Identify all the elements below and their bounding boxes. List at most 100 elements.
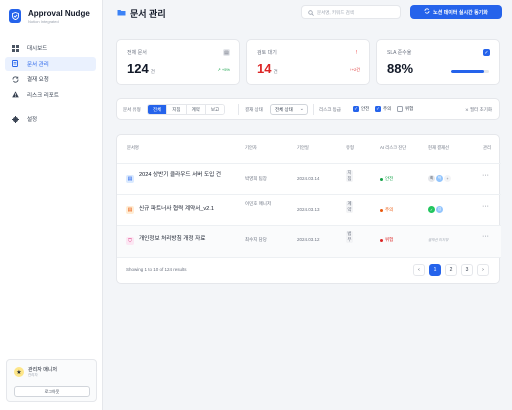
- filter-bar: 문서 유형 전체 지침 계약 보고 결재 상태 전체 상태 ⌄ 리스크 등급 ✓…: [116, 98, 500, 120]
- more-icon[interactable]: ···: [482, 233, 489, 240]
- sidebar: Approval Nudge Notion Integrated 대시보드 문서…: [0, 0, 103, 410]
- more-icon[interactable]: ···: [482, 203, 489, 210]
- folder-icon: [117, 9, 126, 18]
- prev-page-button[interactable]: ‹: [413, 264, 425, 276]
- stat-card-pending-review: 검토 대기 ! 14 건 ↑+2건: [246, 39, 370, 85]
- divider: [117, 194, 501, 195]
- avatar: 김: [436, 206, 443, 213]
- stat-value: 14 건: [257, 61, 278, 76]
- doc-type-report[interactable]: 보고: [205, 105, 225, 114]
- brand[interactable]: Approval Nudge Notion Integrated: [9, 9, 90, 24]
- check-badge-icon: ✓: [483, 49, 490, 56]
- app-subtitle: Notion Integrated: [28, 19, 59, 24]
- sidebar-item-dashboard[interactable]: 대시보드: [5, 41, 96, 55]
- sidebar-item-documents[interactable]: 문서 관리: [5, 56, 96, 71]
- column-header: AI 리스크 진단: [380, 145, 407, 150]
- user-role: 관리자: [28, 373, 38, 377]
- filter-label-doc-type: 문서 유형: [123, 107, 141, 112]
- warning-icon: [11, 91, 19, 99]
- doc-type-segmented: 전체 지침 계약 보고: [147, 104, 226, 115]
- column-header: 유형: [346, 145, 354, 150]
- approver-avatars: ✓ 김: [428, 206, 444, 213]
- reset-filter-button[interactable]: ⨯ 필터 초기화: [465, 107, 492, 113]
- table-row[interactable]: ⛉ 개인정보 처리방침 개정 자료 최수지 담당 2024.03.12 법무 위…: [117, 226, 501, 257]
- sla-progress-fill: [451, 70, 485, 73]
- doc-title[interactable]: 2024 상반기 클라우드 서버 도입 건: [139, 172, 225, 179]
- sidebar-item-settings[interactable]: 설정: [5, 112, 96, 126]
- risk-checkbox-safe[interactable]: ✓ 안전: [353, 106, 369, 112]
- stat-delta: ↑+2건: [349, 67, 360, 72]
- chevron-right-icon: ›: [482, 267, 484, 273]
- filter-off-icon: ⨯: [465, 107, 469, 112]
- sidebar-item-label: 대시보드: [27, 46, 48, 52]
- user-name: 관리자 매니저: [28, 367, 57, 373]
- page-button[interactable]: 2: [445, 264, 457, 276]
- doc-type-guideline[interactable]: 지침: [167, 105, 187, 114]
- sla-progress-bar: [451, 70, 489, 73]
- sidebar-item-label: 리스크 리포트: [27, 92, 59, 99]
- trend-up-icon: ↗: [217, 67, 221, 72]
- page-title: 문서 관리: [117, 7, 166, 20]
- chevron-left-icon: ‹: [418, 267, 420, 273]
- doc-type-contract[interactable]: 계약: [186, 105, 206, 114]
- avatar: +: [444, 175, 451, 182]
- column-header: 관리: [483, 145, 491, 150]
- doc-title[interactable]: 개인정보 처리방침 개정 자료: [139, 236, 205, 243]
- status-select[interactable]: 전체 상태 ⌄: [270, 104, 308, 115]
- search-input[interactable]: [317, 9, 397, 15]
- doc-type-badge: 지침: [346, 170, 353, 182]
- sidebar-item-label: 설정: [27, 117, 38, 123]
- doc-author: 박영희 팀장: [245, 176, 267, 181]
- gear-icon: [11, 115, 19, 123]
- sync-notion-button[interactable]: 노션 데이터 실시간 동기화: [410, 5, 502, 19]
- grid-icon: [11, 44, 19, 52]
- page-button[interactable]: 3: [461, 264, 473, 276]
- check-icon: ✓: [375, 106, 381, 112]
- pagination-info: Showing 1 to 10 of 124 results: [126, 267, 187, 272]
- approvers-empty: 결재선 미지정: [428, 238, 449, 242]
- shield-icon: ⛉: [126, 237, 134, 245]
- document-icon: ▤: [223, 49, 230, 56]
- stat-value: 88%: [387, 61, 414, 76]
- risk-checkbox-caution[interactable]: ✓ 주의: [375, 106, 391, 112]
- page-button[interactable]: 1: [429, 264, 441, 276]
- search-box[interactable]: [301, 5, 401, 19]
- next-page-button[interactable]: ›: [477, 264, 489, 276]
- column-header: 현재 결재선: [428, 145, 449, 150]
- stat-delta: ↗ +5%: [217, 67, 230, 72]
- document-icon: [11, 60, 19, 68]
- filter-label-risk: 리스크 등급: [319, 107, 341, 112]
- alert-icon: !: [355, 49, 358, 56]
- risk-badge: 위험: [380, 237, 393, 243]
- logout-button[interactable]: 로그아웃: [14, 386, 90, 397]
- risk-badge: 안전: [380, 176, 393, 182]
- contract-icon: ▤: [126, 206, 134, 214]
- filter-label-status: 결재 상태: [245, 107, 263, 112]
- column-header: 문서명: [127, 145, 139, 150]
- column-header: 기안일: [297, 145, 309, 150]
- sidebar-nav: 대시보드 문서 관리 결재 요청 리스크 리포트 설정: [5, 41, 96, 128]
- divider: [117, 257, 501, 258]
- checkbox-empty-icon: [397, 106, 403, 112]
- chevron-down-icon: ⌄: [299, 106, 304, 112]
- avatar[interactable]: ★: [14, 367, 24, 377]
- sidebar-item-risk-report[interactable]: 리스크 리포트: [5, 88, 96, 102]
- stat-label: 검토 대기: [257, 50, 277, 56]
- sidebar-item-approval-requests[interactable]: 결재 요청: [5, 72, 96, 86]
- doc-date: 2024.03.13: [297, 207, 320, 212]
- sidebar-item-label: 결재 요청: [27, 77, 49, 83]
- risk-checkbox-danger[interactable]: 위험: [397, 106, 413, 112]
- avatar: 최: [428, 175, 435, 182]
- doc-type-badge: 계약: [346, 201, 353, 213]
- user-card: ★ 관리자 매니저 관리자 로그아웃: [6, 359, 97, 402]
- doc-date: 2024.03.14: [297, 176, 320, 181]
- doc-type-all[interactable]: 전체: [148, 105, 168, 114]
- app-title: Approval Nudge: [28, 9, 90, 18]
- search-icon: [308, 3, 314, 21]
- sync-icon: [11, 75, 19, 83]
- documents-table: 문서명 기안자 기안일 유형 AI 리스크 진단 현재 결재선 관리 ▤ 202…: [116, 134, 501, 284]
- column-header: 기안자: [245, 145, 257, 150]
- doc-title[interactable]: 신규 파트너사 협력 계약서_v2.1: [139, 206, 243, 213]
- more-icon[interactable]: ···: [482, 172, 489, 179]
- avatar: 박: [436, 175, 443, 182]
